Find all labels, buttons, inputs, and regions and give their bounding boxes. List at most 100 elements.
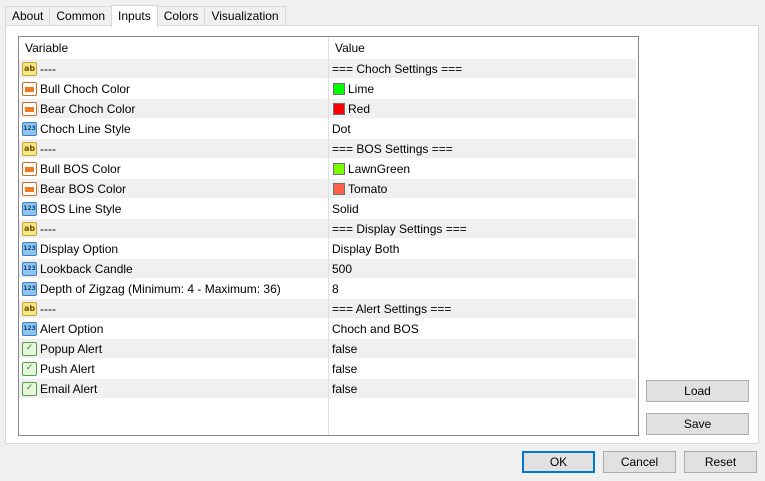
value-cell[interactable]: Choch and BOS (329, 319, 636, 338)
boolean-check-icon: ✓ (22, 341, 37, 356)
value-text: false (332, 361, 358, 376)
variable-name: Display Option (40, 241, 119, 256)
variable-cell[interactable]: ✓ Email Alert (19, 379, 328, 398)
value-cell[interactable]: Red (329, 99, 636, 118)
variable-cell[interactable]: Bear Choch Color (19, 99, 328, 118)
value-text: === Alert Settings === (332, 301, 452, 316)
value-cell[interactable]: === BOS Settings === (329, 139, 636, 158)
value-text: Lime (348, 81, 375, 96)
value-cell[interactable]: false (329, 359, 636, 378)
variable-cell[interactable]: 123 Alert Option (19, 319, 328, 338)
variable-cell[interactable]: Bear BOS Color (19, 179, 328, 198)
variable-name: ---- (40, 301, 56, 316)
color-swatch (333, 102, 345, 115)
color-swatch (333, 82, 345, 95)
variable-name: Bear Choch Color (40, 101, 136, 116)
value-text: 8 (332, 281, 339, 296)
ok-button[interactable]: OK (522, 451, 595, 473)
variable-name: Push Alert (40, 361, 95, 376)
value-text: 500 (332, 261, 353, 276)
tab-visualization[interactable]: Visualization (204, 6, 286, 26)
color-palette-icon (22, 181, 37, 196)
value-cell[interactable]: === Choch Settings === (329, 59, 636, 78)
value-text: === BOS Settings === (332, 141, 453, 156)
value-cell[interactable]: 500 (329, 259, 636, 278)
value-cell[interactable]: === Display Settings === (329, 219, 636, 238)
variable-cell[interactable]: ab ---- (19, 299, 328, 318)
variable-name: ---- (40, 61, 56, 76)
variable-name: Bull Choch Color (40, 81, 131, 96)
123-number-icon: 123 (22, 281, 37, 296)
value-text: === Choch Settings === (332, 61, 463, 76)
value-text: Tomato (348, 181, 388, 196)
cancel-button[interactable]: Cancel (603, 451, 676, 473)
variable-name: Alert Option (40, 321, 104, 336)
variable-name: Lookback Candle (40, 261, 133, 276)
variable-name: BOS Line Style (40, 201, 122, 216)
value-cell[interactable]: false (329, 379, 636, 398)
reset-button[interactable]: Reset (684, 451, 757, 473)
variable-cell[interactable]: ab ---- (19, 139, 328, 158)
value-text: Red (348, 101, 371, 116)
value-text: Display Both (332, 241, 400, 256)
123-number-icon: 123 (22, 201, 37, 216)
variable-name: Depth of Zigzag (Minimum: 4 - Maximum: 3… (40, 281, 281, 296)
value-cell[interactable]: 8 (329, 279, 636, 298)
variable-cell[interactable]: ab ---- (19, 219, 328, 238)
value-text: LawnGreen (348, 161, 411, 176)
123-number-icon: 123 (22, 321, 37, 336)
boolean-check-icon: ✓ (22, 381, 37, 396)
variable-cell[interactable]: 123 BOS Line Style (19, 199, 328, 218)
variable-cell[interactable]: Bull BOS Color (19, 159, 328, 178)
variable-name: ---- (40, 221, 56, 236)
load-button[interactable]: Load (646, 380, 749, 402)
ab-string-icon: ab (22, 61, 37, 76)
123-number-icon: 123 (22, 261, 37, 276)
value-cell[interactable]: Lime (329, 79, 636, 98)
value-cell[interactable]: Display Both (329, 239, 636, 258)
color-palette-icon (22, 81, 37, 96)
value-cell[interactable]: Solid (329, 199, 636, 218)
variable-cell[interactable]: ✓ Popup Alert (19, 339, 328, 358)
variable-name: Bear BOS Color (40, 181, 127, 196)
tab-bar: About Common Inputs Colors Visualization (5, 5, 286, 27)
color-swatch (333, 182, 345, 195)
variable-name: Choch Line Style (40, 121, 131, 136)
ab-string-icon: ab (22, 221, 37, 236)
color-swatch (333, 162, 345, 175)
variable-name: Bull BOS Color (40, 161, 121, 176)
save-button[interactable]: Save (646, 413, 749, 435)
value-cell[interactable]: Dot (329, 119, 636, 138)
value-cell[interactable]: Tomato (329, 179, 636, 198)
tab-inputs[interactable]: Inputs (111, 5, 158, 27)
variable-cell[interactable]: ✓ Push Alert (19, 359, 328, 378)
123-number-icon: 123 (22, 121, 37, 136)
value-text: Solid (332, 201, 359, 216)
variable-cell[interactable]: 123 Lookback Candle (19, 259, 328, 278)
variable-cell[interactable]: ab ---- (19, 59, 328, 78)
tab-colors[interactable]: Colors (156, 6, 206, 26)
ab-string-icon: ab (22, 301, 37, 316)
inputs-panel: Variable Value ab ---- === Choch Settings … (5, 25, 759, 444)
value-cell[interactable]: LawnGreen (329, 159, 636, 178)
value-text: false (332, 341, 358, 356)
variable-cell[interactable]: 123 Display Option (19, 239, 328, 258)
variable-cell[interactable]: 123 Choch Line Style (19, 119, 328, 138)
value-cell[interactable]: === Alert Settings === (329, 299, 636, 318)
variable-name: Email Alert (40, 381, 98, 396)
color-palette-icon (22, 161, 37, 176)
tab-about[interactable]: About (5, 6, 51, 26)
value-cell[interactable]: false (329, 339, 636, 358)
boolean-check-icon: ✓ (22, 361, 37, 376)
variable-cell[interactable]: Bull Choch Color (19, 79, 328, 98)
column-header-value[interactable]: Value (329, 37, 638, 58)
variable-cell[interactable]: 123 Depth of Zigzag (Minimum: 4 - Maximum… (19, 279, 328, 298)
variable-name: ---- (40, 141, 56, 156)
tab-common[interactable]: Common (49, 6, 113, 26)
value-text: Dot (332, 121, 351, 136)
column-header-variable[interactable]: Variable (19, 37, 334, 58)
inputs-grid: Variable Value ab ---- === Choch Settings … (18, 36, 639, 436)
variable-name: Popup Alert (40, 341, 103, 356)
value-text: Choch and BOS (332, 321, 419, 336)
column-separator[interactable] (328, 37, 329, 435)
